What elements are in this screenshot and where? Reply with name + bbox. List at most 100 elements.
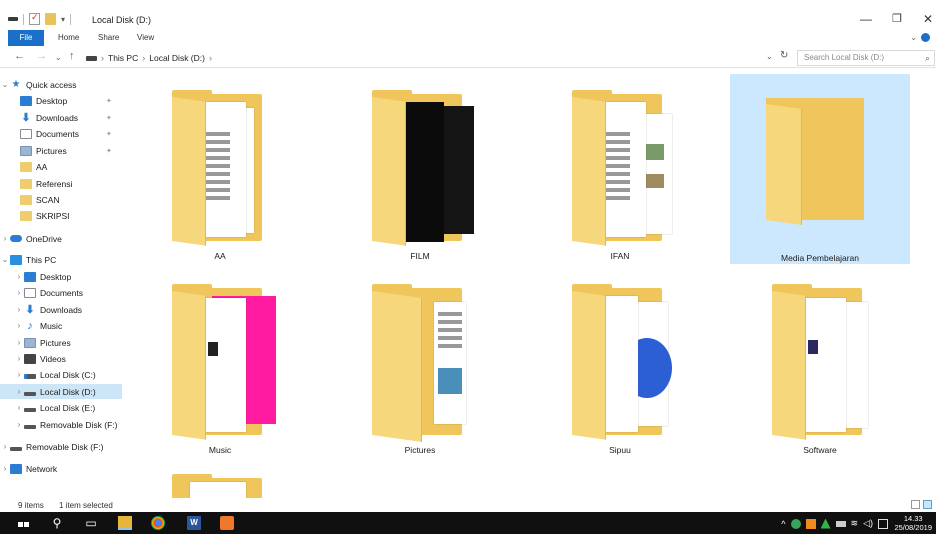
new-folder-icon[interactable] <box>45 13 56 25</box>
nav-qa-documents[interactable]: Documents ✦ <box>0 126 122 141</box>
nav-pc-removable-f[interactable]: › Removable Disk (F:) <box>0 417 122 432</box>
nav-pc-videos[interactable]: › Videos <box>0 351 122 366</box>
search-icon[interactable]: ⚲ <box>50 516 64 530</box>
nav-qa-pictures[interactable]: Pictures ✦ <box>0 143 122 158</box>
tray-app-icon[interactable] <box>805 518 816 529</box>
nav-label: SCAN <box>36 194 60 205</box>
task-view-icon[interactable]: ▭ <box>84 516 98 530</box>
tab-file[interactable]: File <box>8 30 44 46</box>
ribbon-right: ⌄ <box>910 33 930 42</box>
text-lines <box>204 132 230 202</box>
folder-tile-media-pembelajaran[interactable]: Media Pembelajaran <box>730 74 910 264</box>
battery-icon[interactable] <box>835 520 846 527</box>
close-button[interactable]: ✕ <box>923 12 933 26</box>
tab-share[interactable]: Share <box>98 30 119 46</box>
properties-icon[interactable] <box>29 12 40 25</box>
chevron-down-icon[interactable]: ⌄ <box>0 255 10 264</box>
chevron-right-icon[interactable]: › <box>14 272 24 281</box>
word-icon[interactable]: W <box>187 516 201 530</box>
folder-tile-aa[interactable]: AA <box>130 72 310 262</box>
chevron-right-icon[interactable]: › <box>14 288 24 297</box>
removable-drive-icon <box>24 424 36 429</box>
folder-front <box>372 97 406 246</box>
nav-pc-desktop[interactable]: › Desktop <box>0 269 122 284</box>
computer-icon <box>10 254 22 265</box>
folder-tile-software[interactable]: Software <box>730 266 910 456</box>
nav-this-pc[interactable]: ⌄ This PC <box>0 252 122 267</box>
chevron-right-icon[interactable]: › <box>14 354 24 363</box>
folder-tile-film[interactable]: FILM <box>330 72 510 262</box>
nav-qa-skripsi[interactable]: SKRIPSI <box>0 208 122 223</box>
breadcrumb-local-disk-d[interactable]: Local Disk (D:) <box>149 53 205 63</box>
nav-qa-referensi[interactable]: Referensi <box>0 176 122 191</box>
chevron-down-icon[interactable]: ▾ <box>61 15 65 24</box>
tray-app-icon[interactable] <box>790 518 801 529</box>
file-explorer-icon[interactable] <box>118 516 132 530</box>
chevron-right-icon[interactable]: › <box>14 305 24 314</box>
up-button[interactable]: ↑ <box>69 50 75 62</box>
large-icons-view-icon[interactable] <box>923 500 932 509</box>
nav-removable-f[interactable]: › Removable Disk (F:) <box>0 439 122 454</box>
chevron-right-icon[interactable]: › <box>0 234 10 243</box>
chevron-right-icon[interactable]: › <box>14 387 24 396</box>
folder-tile-sipuu[interactable]: Sipuu <box>530 266 710 456</box>
folder-tile-music[interactable]: Music <box>130 266 310 456</box>
title-bar: ▾ Local Disk (D:) — ❐ ✕ <box>0 0 936 30</box>
notifications-icon[interactable] <box>878 518 888 529</box>
chevron-right-icon[interactable]: › <box>0 464 10 473</box>
chevron-down-icon[interactable]: ⌄ <box>0 80 10 89</box>
refresh-icon[interactable]: ↻ <box>780 50 788 61</box>
nav-pc-local-disk-d[interactable]: › Local Disk (D:) <box>0 384 122 399</box>
chevron-right-icon[interactable]: › <box>0 442 10 451</box>
nav-qa-desktop[interactable]: Desktop ✦ <box>0 93 122 108</box>
folder-tile-ifan[interactable]: IFAN <box>530 72 710 262</box>
nav-network[interactable]: › Network <box>0 461 122 476</box>
photos-icon[interactable] <box>220 516 234 530</box>
chevron-right-icon[interactable]: › <box>14 403 24 412</box>
nav-pc-pictures[interactable]: › Pictures <box>0 335 122 350</box>
maximize-button[interactable]: ❐ <box>892 12 902 25</box>
chevron-up-icon[interactable]: ^ <box>781 519 785 529</box>
forward-button[interactable]: → <box>36 50 47 62</box>
nav-pc-music[interactable]: › ♪ Music <box>0 318 122 333</box>
clock[interactable]: 14.33 25/08/2019 <box>894 514 932 532</box>
back-button[interactable]: ← <box>14 50 25 62</box>
nav-quick-access[interactable]: ⌄ ★ Quick access <box>0 77 122 92</box>
address-dropdown-icon[interactable]: ⌄ <box>766 52 773 61</box>
recent-locations-button[interactable]: ⌄ <box>55 53 62 62</box>
chevron-right-icon[interactable]: › <box>14 370 24 379</box>
details-view-icon[interactable] <box>911 500 920 509</box>
nav-pc-documents[interactable]: › Documents <box>0 285 122 300</box>
nav-pc-local-disk-c[interactable]: › Local Disk (C:) <box>0 367 122 382</box>
expand-ribbon-icon[interactable]: ⌄ <box>910 33 917 42</box>
search-input[interactable]: Search Local Disk (D:) ⌕ <box>797 50 935 66</box>
nav-label: Removable Disk (F:) <box>40 419 118 430</box>
tab-home[interactable]: Home <box>58 30 79 46</box>
nav-pc-downloads[interactable]: › ⬇ Downloads <box>0 302 122 317</box>
chevron-right-icon[interactable]: › <box>14 321 24 330</box>
nav-pc-local-disk-e[interactable]: › Local Disk (E:) <box>0 400 122 415</box>
network-icon[interactable]: ≋ <box>851 518 859 529</box>
volume-icon[interactable]: ◁) <box>863 518 873 529</box>
help-icon[interactable] <box>921 33 930 42</box>
system-drive-icon <box>24 373 36 379</box>
star-icon: ★ <box>11 78 21 90</box>
chevron-right-icon[interactable]: › <box>14 420 24 429</box>
breadcrumb-this-pc[interactable]: This PC <box>108 53 138 63</box>
start-button[interactable] <box>16 516 30 541</box>
folder-tile-partial[interactable] <box>130 460 310 498</box>
nav-qa-downloads[interactable]: ⬇ Downloads ✦ <box>0 110 122 125</box>
chrome-icon[interactable] <box>151 516 165 530</box>
folder-tile-pictures[interactable]: Pictures <box>330 266 510 456</box>
breadcrumb[interactable]: › This PC › Local Disk (D:) › <box>86 50 786 66</box>
chevron-right-icon[interactable]: › <box>14 338 24 347</box>
nav-qa-scan[interactable]: SCAN <box>0 192 122 207</box>
chevron-right-icon[interactable]: › <box>209 53 212 63</box>
minimize-button[interactable]: — <box>860 12 872 26</box>
tray-app-icon[interactable] <box>820 518 831 529</box>
tab-view[interactable]: View <box>137 30 154 46</box>
folder-front <box>772 291 806 440</box>
nav-onedrive[interactable]: › OneDrive <box>0 231 122 246</box>
nav-qa-aa[interactable]: AA <box>0 159 122 174</box>
chevron-right-icon[interactable]: › <box>142 53 145 63</box>
